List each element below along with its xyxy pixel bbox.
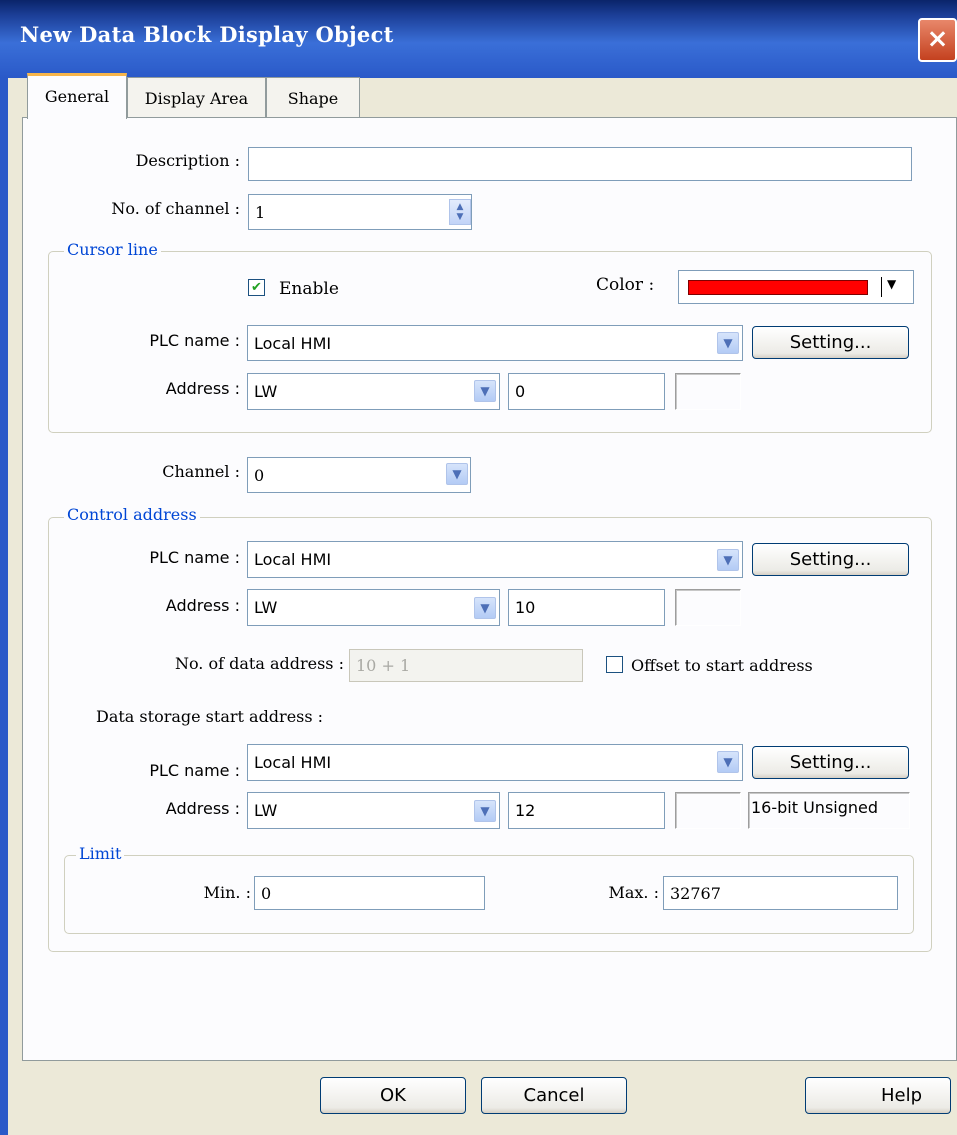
enable-checkbox[interactable]: ✔ — [248, 279, 265, 296]
color-swatch — [688, 280, 868, 295]
storage-format-box: 16-bit Unsigned — [748, 792, 910, 829]
control-plc-select[interactable]: Local HMI — [247, 541, 743, 578]
window-frame-left — [0, 78, 8, 1135]
limit-title: Limit — [76, 844, 125, 863]
storage-setting-button[interactable]: Setting... — [752, 746, 909, 779]
storage-address-device[interactable]: LW — [247, 792, 500, 829]
chevron-down-icon[interactable]: ▼ — [717, 751, 739, 773]
tab-display-area[interactable]: Display Area — [127, 77, 266, 118]
control-address-value[interactable]: 10 — [508, 589, 665, 626]
chevron-down-icon[interactable]: ▼ — [717, 549, 739, 571]
channel-select[interactable]: 0 — [247, 457, 471, 493]
storage-address-extra — [675, 792, 741, 829]
close-button[interactable]: × — [918, 18, 957, 62]
cancel-button[interactable]: Cancel — [481, 1077, 627, 1114]
chevron-down-icon[interactable]: ▼ — [474, 800, 496, 822]
cursor-setting-button[interactable]: Setting... — [752, 326, 909, 359]
cursor-plc-select[interactable]: Local HMI — [247, 325, 743, 361]
data-count-label: No. of data address : — [174, 654, 344, 673]
color-picker[interactable]: ▼ — [678, 270, 914, 304]
control-setting-button[interactable]: Setting... — [752, 543, 909, 576]
enable-label: Enable — [279, 279, 339, 299]
storage-address-value[interactable]: 12 — [508, 792, 665, 829]
description-label: Description : — [135, 151, 240, 170]
spinner-icon[interactable]: ▲ ▼ — [449, 199, 471, 225]
cursor-address-extra — [675, 373, 741, 410]
control-address-title: Control address — [64, 505, 200, 524]
control-address-device[interactable]: LW — [247, 589, 500, 626]
channels-input[interactable]: 1 — [248, 194, 472, 230]
chevron-down-icon[interactable]: ▼ — [717, 332, 739, 354]
control-address-extra — [675, 589, 741, 626]
data-count-input: 10 + 1 — [349, 649, 583, 682]
cursor-address-value[interactable]: 0 — [508, 373, 665, 410]
tab-shape[interactable]: Shape — [266, 77, 360, 118]
window-title: New Data Block Display Object — [20, 22, 394, 47]
cursor-plc-label: PLC name : — [149, 331, 240, 350]
offset-checkbox[interactable] — [606, 656, 623, 673]
storage-address-label: Address : — [165, 799, 240, 818]
storage-plc-label: PLC name : — [149, 761, 240, 780]
color-label: Color : — [596, 275, 655, 295]
offset-label: Offset to start address — [631, 656, 813, 675]
chevron-down-icon[interactable]: ▼ — [474, 597, 496, 619]
color-divider — [881, 277, 882, 297]
control-address-label: Address : — [165, 596, 240, 615]
description-input[interactable] — [248, 147, 912, 181]
control-plc-label: PLC name : — [149, 548, 240, 567]
min-label: Min. : — [203, 883, 251, 902]
tab-general[interactable]: General — [27, 73, 127, 119]
color-dropdown-icon: ▼ — [887, 277, 897, 291]
channels-label: No. of channel : — [111, 199, 240, 218]
check-icon: ✔ — [251, 280, 262, 295]
cursor-address-device[interactable]: LW — [247, 373, 500, 410]
ok-button[interactable]: OK — [320, 1077, 466, 1114]
channel-label: Channel : — [162, 462, 240, 481]
close-icon: × — [926, 24, 949, 54]
chevron-down-icon[interactable]: ▼ — [474, 380, 496, 402]
chevron-down-icon[interactable]: ▼ — [446, 463, 468, 485]
max-label: Max. : — [608, 883, 659, 902]
cursor-address-label: Address : — [165, 379, 240, 398]
storage-plc-select[interactable]: Local HMI — [247, 744, 743, 781]
data-storage-title: Data storage start address : — [96, 707, 324, 726]
max-input[interactable]: 32767 — [663, 876, 898, 910]
cursor-line-title: Cursor line — [64, 240, 161, 259]
help-button[interactable]: Help — [805, 1077, 951, 1114]
min-input[interactable]: 0 — [254, 876, 485, 910]
